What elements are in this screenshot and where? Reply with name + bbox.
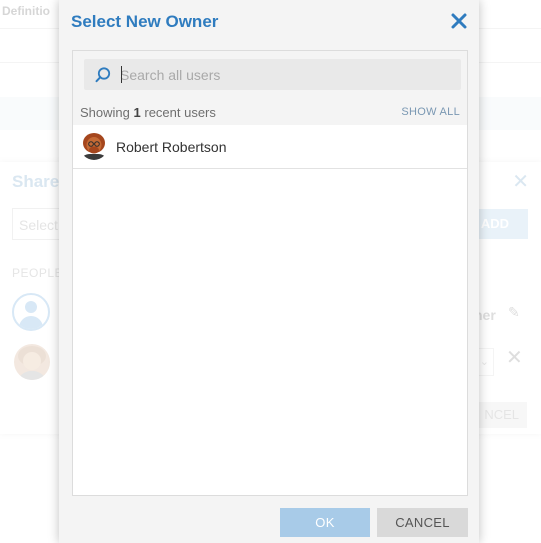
user-name: Robert Robertson [116,139,227,155]
ok-button[interactable]: OK [280,508,370,537]
recent-users-count-text: Showing 1 recent users [80,105,216,120]
search-input[interactable] [120,63,450,86]
user-picker: Showing 1 recent users SHOW ALL [72,50,468,496]
text-caret [121,66,122,83]
search-area [73,51,467,99]
search-icon [94,66,112,84]
recent-prefix: Showing [80,105,130,120]
user-list-item[interactable]: Robert Robertson [73,125,467,169]
search-box[interactable] [84,59,461,90]
modal-footer: OK CANCEL [59,500,479,543]
user-avatar [80,132,108,160]
show-all-link[interactable]: SHOW ALL [401,106,460,118]
cancel-button[interactable]: CANCEL [377,508,468,537]
recent-users-bar: Showing 1 recent users SHOW ALL [73,99,467,125]
select-new-owner-modal: Select New Owner Showing 1 [59,0,479,543]
recent-count: 1 [133,105,141,120]
recent-suffix: recent users [144,105,216,120]
close-icon[interactable] [450,12,468,30]
modal-title: Select New Owner [71,12,219,31]
